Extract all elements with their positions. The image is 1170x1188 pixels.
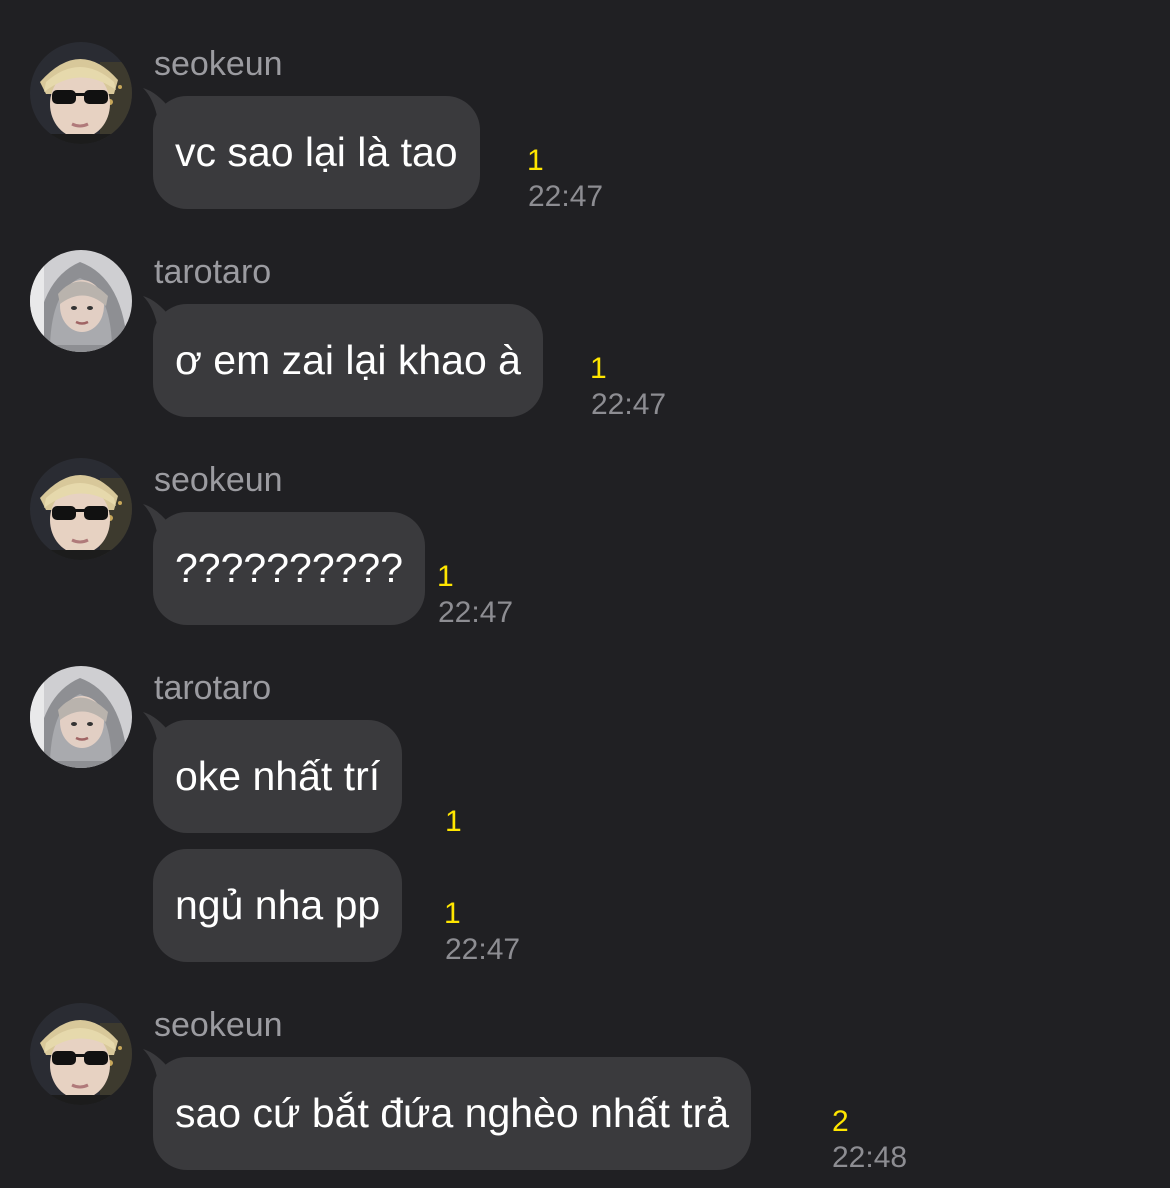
- sender-name: seokeun: [154, 461, 283, 499]
- avatar-blonde-sunglasses-icon: [30, 42, 132, 144]
- bubble-tail-icon: [143, 1049, 171, 1077]
- message-bubble[interactable]: ơ em zai lại khao à: [143, 296, 543, 417]
- message-bubble[interactable]: ??????????: [143, 504, 426, 625]
- chat-thread: seokeun vc sao lại là tao 1 22:47 tarota…: [0, 0, 1170, 1188]
- sender-name: seokeun: [154, 45, 283, 83]
- sender-name: seokeun: [154, 1006, 283, 1044]
- message-text: ngủ nha pp: [175, 882, 381, 928]
- avatar[interactable]: [30, 458, 132, 560]
- bubble-tail-icon: [143, 712, 171, 740]
- message-time: 22:47: [438, 596, 514, 629]
- message-time: 22:48: [832, 1141, 908, 1174]
- message-text: ??????????: [175, 545, 404, 591]
- message-text: oke nhất trí: [175, 753, 381, 799]
- avatar-blonde-sunglasses-icon: [30, 458, 132, 560]
- message-bubble[interactable]: vc sao lại là tao: [143, 88, 480, 209]
- unread-count: 2: [832, 1105, 849, 1138]
- avatar-blonde-sunglasses-icon: [30, 1003, 132, 1105]
- unread-count: 1: [445, 805, 462, 838]
- bubble-tail-icon: [143, 88, 171, 116]
- avatar[interactable]: [30, 666, 132, 768]
- message-time: 22:47: [591, 388, 667, 421]
- message-time: 22:47: [445, 933, 521, 966]
- unread-count: 1: [590, 352, 607, 385]
- message-time: 22:47: [528, 180, 604, 213]
- message-bubble[interactable]: ngủ nha pp: [153, 849, 403, 962]
- unread-count: 1: [444, 897, 461, 930]
- sender-name: tarotaro: [154, 253, 272, 291]
- avatar[interactable]: [30, 250, 132, 352]
- message-bubble[interactable]: sao cứ bắt đứa nghèo nhất trả: [143, 1049, 752, 1170]
- message-text: vc sao lại là tao: [175, 129, 458, 175]
- avatar-grey-hoodie-icon: [30, 250, 132, 352]
- message-text: sao cứ bắt đứa nghèo nhất trả: [175, 1090, 730, 1136]
- unread-count: 1: [437, 560, 454, 593]
- sender-name: tarotaro: [154, 669, 272, 707]
- bubble-tail-icon: [143, 296, 171, 324]
- avatar[interactable]: [30, 1003, 132, 1105]
- bubble-tail-icon: [143, 504, 171, 532]
- unread-count: 1: [527, 144, 544, 177]
- avatar-grey-hoodie-icon: [30, 666, 132, 768]
- message-bubble[interactable]: oke nhất trí: [143, 712, 403, 833]
- message-text: ơ em zai lại khao à: [175, 337, 521, 383]
- avatar[interactable]: [30, 42, 132, 144]
